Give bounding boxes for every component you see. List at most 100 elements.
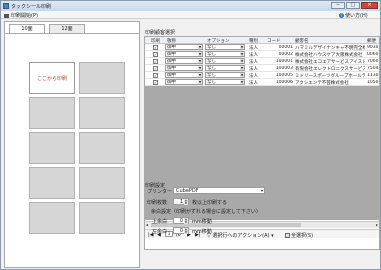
print-checkbox[interactable]: ✓: [153, 52, 158, 57]
label-cell-5[interactable]: [29, 132, 75, 164]
keisho-select[interactable]: 御中 ▼: [165, 58, 203, 64]
copies-suffix: 枚以上印刷する: [192, 200, 228, 206]
customer-select-title: 印刷顧客選択: [145, 30, 176, 36]
app-icon: [3, 3, 9, 9]
keisho-value: 御中: [167, 66, 176, 71]
print-start-label: 印刷開始(P): [11, 13, 38, 19]
option-value: なし: [207, 80, 216, 85]
chevron-down-icon: ▼: [240, 59, 244, 63]
label-cell-1[interactable]: ここから印刷: [29, 62, 75, 94]
left-margin-stepper[interactable]: 0 ▲ ▼: [173, 227, 189, 234]
keisho-select[interactable]: 御中 ▼: [165, 51, 203, 57]
label-cell-9[interactable]: [29, 202, 75, 234]
select-all-button[interactable]: 全選択(S): [285, 232, 313, 239]
label-cell-7[interactable]: [29, 167, 75, 199]
tab-12-up[interactable]: 12面: [49, 24, 85, 33]
select-all-label: 全選択(S): [291, 233, 314, 239]
option-value: なし: [207, 73, 216, 78]
option-select[interactable]: なし ▼: [205, 51, 245, 57]
code-cell: 00002: [278, 52, 293, 57]
help-label: 使い方(H): [345, 13, 368, 19]
table-row[interactable]: ✓御中▼なし▼法人100005ミドリースポーツグループホールディングス外株…11…: [145, 72, 379, 79]
label-cell-4[interactable]: [79, 97, 125, 129]
zip-cell: 1050: [367, 80, 379, 85]
option-value: なし: [207, 52, 216, 57]
spin-arrows-icon[interactable]: ▲ ▼: [184, 228, 188, 234]
window-title: タックシール印刷: [11, 4, 52, 10]
top-margin-value: 0: [179, 218, 183, 224]
print-checkbox[interactable]: ✓: [153, 45, 158, 50]
row-action-menu[interactable]: ▽ 選択行へのアクション(A) ▾: [207, 232, 274, 239]
code-cell: 100003: [275, 66, 293, 71]
minimize-button[interactable]: ─: [331, 2, 345, 9]
option-select[interactable]: なし ▼: [205, 79, 245, 85]
label-cell-3[interactable]: [29, 97, 75, 129]
table-row[interactable]: ✓御中▼なし▼法人100003有限会社エレクトロニクスサービスアイスアイエネ75…: [145, 65, 379, 72]
keisho-value: 御中: [167, 73, 176, 78]
left-margin-value: 0: [179, 228, 183, 234]
code-cell: 100005: [275, 73, 293, 78]
label-cell-2[interactable]: [79, 62, 125, 94]
keisho-value: 御中: [167, 80, 176, 85]
scroll-right-icon[interactable]: ▸: [376, 222, 378, 227]
print-checkbox[interactable]: ✓: [153, 59, 158, 64]
table-row[interactable]: ✓ 御中 ▼ なし ▼ 法人 100006 アクシエンテ不芸株式会社 1050: [145, 79, 379, 86]
printer-value: CubePDF: [176, 188, 199, 194]
printer-select[interactable]: CubePDF ▾: [173, 187, 265, 194]
keisho-value: 御中: [167, 59, 176, 64]
table-row[interactable]: ✓御中▼なし▼法人100001株式会社エコエアサービスアイスドリン…7060: [145, 58, 379, 65]
copies-stepper[interactable]: 1 ▲ ▼: [173, 198, 189, 205]
chevron-down-icon: ▼: [240, 80, 244, 84]
table-row[interactable]: ✓御中▼なし▼法人00001ハマミルデザイナンキャ不明完全株式会社9030: [145, 44, 379, 51]
print-checkbox[interactable]: ✓: [153, 66, 158, 71]
left-margin-label: 左余白: [152, 229, 168, 235]
spin-arrows-icon[interactable]: ▲ ▼: [184, 199, 188, 205]
option-select[interactable]: なし ▼: [205, 72, 245, 78]
label-cell-8[interactable]: [79, 167, 125, 199]
maximize-button[interactable]: □: [346, 2, 360, 9]
top-margin-stepper[interactable]: 0 ▲ ▼: [173, 217, 189, 224]
option-value: なし: [207, 59, 216, 64]
label-cell-6[interactable]: [79, 132, 125, 164]
zip-cell: 9030: [367, 45, 379, 50]
menu-bar: 印刷開始(P) ? 使い方(H): [1, 11, 380, 19]
chevron-down-icon: ▼: [198, 52, 202, 56]
keisho-select[interactable]: 御中 ▼: [165, 65, 203, 71]
scroll-left-icon[interactable]: ◂: [146, 222, 148, 227]
select-all-icon: [285, 233, 290, 238]
print-checkbox[interactable]: ✓: [153, 73, 158, 78]
code-cell: 100006: [275, 80, 293, 85]
print-checkbox[interactable]: ✓: [153, 80, 158, 85]
close-button[interactable]: ✕: [361, 2, 378, 9]
spin-arrows-icon[interactable]: ▲ ▼: [184, 218, 188, 224]
chevron-down-icon: ▼: [240, 73, 244, 77]
keisho-value: 御中: [167, 45, 176, 50]
keisho-select[interactable]: 御中 ▼: [165, 72, 203, 78]
top-margin-label: 上余白: [152, 219, 168, 225]
option-value: なし: [207, 66, 216, 71]
label-cell-10[interactable]: [79, 202, 125, 234]
print-start-menu[interactable]: 印刷開始(P): [4, 12, 38, 19]
option-select[interactable]: なし ▼: [205, 65, 245, 71]
option-select[interactable]: なし ▼: [205, 44, 245, 50]
offset-label: 余白設定（印刷がずれる場合に設定して下さい）: [151, 209, 261, 215]
keisho-select[interactable]: 御中 ▼: [165, 79, 203, 85]
main-window: タックシール印刷 ─ □ ✕ 印刷開始(P) ? 使い方(H) 10面 12面 こ…: [0, 0, 381, 270]
zip-cell: 0060: [367, 52, 379, 57]
option-value: なし: [207, 45, 216, 50]
zip-cell: 1130: [367, 73, 379, 78]
help-menu[interactable]: ? 使い方(H): [339, 12, 368, 19]
chevron-down-icon: ▾: [260, 188, 263, 193]
copies-value: 1: [179, 199, 183, 205]
chevron-down-icon: ▼: [198, 66, 202, 70]
chevron-down-icon: ▼: [198, 59, 202, 63]
keisho-value: 御中: [167, 52, 176, 57]
tab-divider: [5, 33, 139, 34]
chevron-down-icon: ▼: [198, 73, 202, 77]
chevron-down-icon: ▼: [198, 80, 202, 84]
table-row[interactable]: ✓ 御中 ▼ なし ▼ 法人 00002 株式会社ハウスケア大阪株式会社 0060: [145, 51, 379, 58]
chevron-down-icon: ▼: [240, 66, 244, 70]
keisho-select[interactable]: 御中 ▼: [165, 44, 203, 50]
help-icon: ?: [339, 13, 344, 18]
option-select[interactable]: なし ▼: [205, 58, 245, 64]
